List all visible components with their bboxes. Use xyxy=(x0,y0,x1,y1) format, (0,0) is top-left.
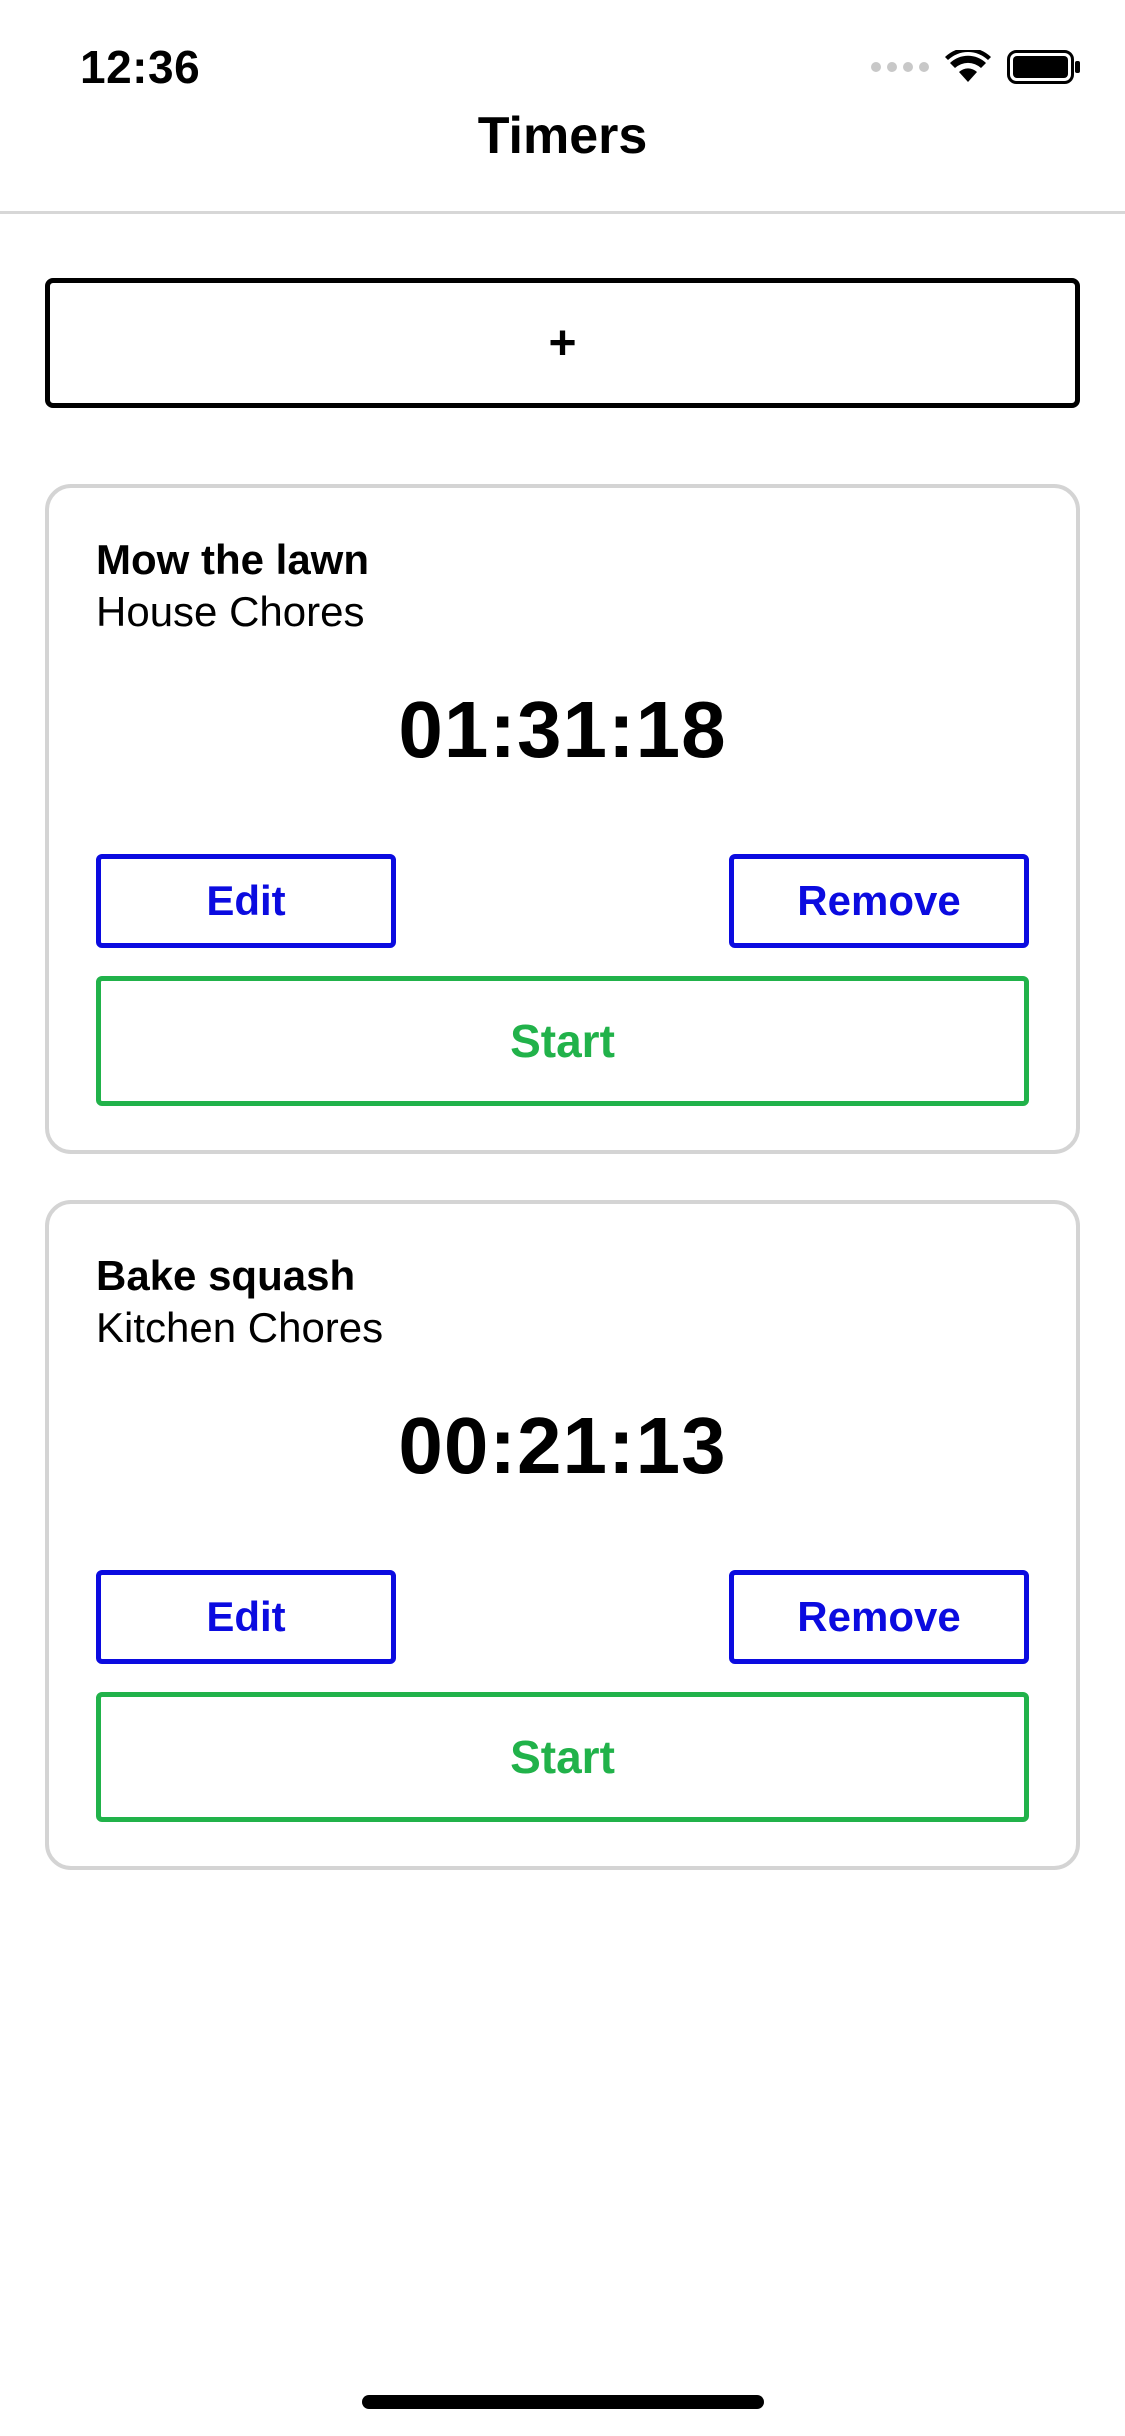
timer-list: Mow the lawn House Chores 01:31:18 Edit … xyxy=(45,484,1080,1916)
add-timer-button[interactable]: + xyxy=(45,278,1080,408)
timer-title: Bake squash xyxy=(96,1252,356,1299)
start-button[interactable]: Start xyxy=(96,976,1029,1106)
page-title: Timers xyxy=(477,107,648,165)
edit-button[interactable]: Edit xyxy=(96,1570,396,1664)
timer-card: Bake squash Kitchen Chores 00:21:13 Edit… xyxy=(45,1200,1080,1870)
timer-elapsed: 01:31:18 xyxy=(398,685,727,774)
timer-elapsed: 00:21:13 xyxy=(398,1401,727,1490)
timer-project: House Chores xyxy=(96,588,365,635)
wifi-icon xyxy=(945,50,991,82)
remove-button[interactable]: Remove xyxy=(729,854,1029,948)
status-time: 12:36 xyxy=(80,41,201,93)
remove-button[interactable]: Remove xyxy=(729,1570,1029,1664)
cellular-signal-icon xyxy=(871,62,929,72)
start-button[interactable]: Start xyxy=(96,1692,1029,1822)
navigation-bar: Timers xyxy=(0,100,1125,214)
edit-button[interactable]: Edit xyxy=(96,854,396,948)
home-indicator[interactable] xyxy=(362,2395,764,2409)
timer-project: Kitchen Chores xyxy=(96,1304,384,1351)
battery-icon xyxy=(1007,50,1080,84)
timer-card: Mow the lawn House Chores 01:31:18 Edit … xyxy=(45,484,1080,1154)
status-icons xyxy=(871,50,1081,84)
timer-title: Mow the lawn xyxy=(96,536,369,583)
